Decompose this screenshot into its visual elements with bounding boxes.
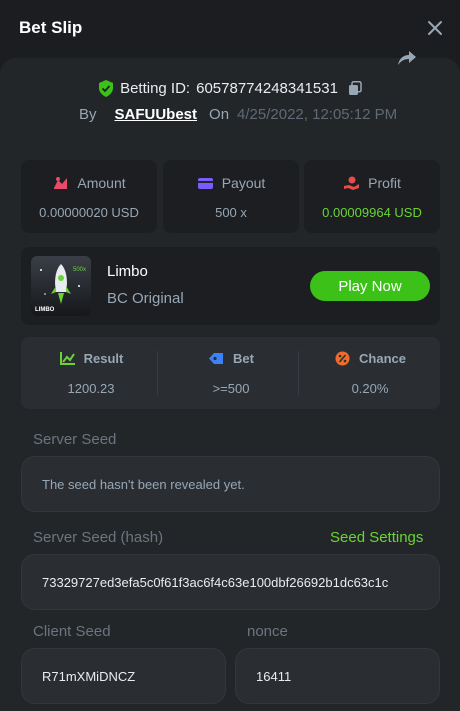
username-link[interactable]: SAFUUbest	[115, 106, 198, 123]
seed-settings-link[interactable]: Seed Settings	[330, 529, 423, 546]
payout-label: Payout	[221, 175, 266, 191]
server-seed-field[interactable]: The seed hasn't been revealed yet.	[21, 456, 440, 512]
profit-label: Profit	[368, 175, 401, 191]
chance-column: Chance 0.20%	[300, 337, 440, 409]
on-label: On	[209, 105, 230, 123]
client-seed-field[interactable]: R71mXMiDNCZ	[21, 648, 226, 704]
amount-label: Amount	[77, 175, 126, 191]
server-seed-hash-field[interactable]: 73329727ed3efa5c0f61f3ac6f4c63e100dbf266…	[21, 554, 440, 610]
limbo-game-thumbnail[interactable]: 500x LIMBO	[31, 256, 91, 316]
bet-column: Bet >=500	[161, 337, 301, 409]
amount-card: Amount 0.00000020 USD	[21, 160, 157, 233]
profit-card: Profit 0.00009964 USD	[304, 160, 440, 233]
result-label: Result	[83, 351, 124, 366]
result-column: Result 1200.23	[21, 337, 161, 409]
chance-value: 0.20%	[351, 381, 389, 396]
bet-slip-header: Bet Slip	[0, 0, 460, 58]
result-chart-icon	[59, 352, 75, 365]
bet-datetime: 4/25/2022, 12:05:12 PM	[237, 105, 398, 123]
thumb-title: LIMBO	[35, 307, 55, 313]
profit-icon	[344, 176, 360, 190]
verified-shield-icon	[99, 79, 114, 97]
result-divider	[157, 351, 158, 395]
server-seed-hash-label: Server Seed (hash)	[33, 529, 164, 546]
nonce-label: nonce	[247, 623, 288, 640]
bet-slip-title: Bet Slip	[19, 18, 83, 37]
payout-card: Payout 500 x	[163, 160, 299, 233]
betting-id-value: 60578774248341531	[196, 79, 338, 97]
betting-id-row: Betting ID: 60578774248341531	[0, 77, 460, 99]
close-icon[interactable]	[426, 19, 444, 37]
bet-tag-icon	[209, 353, 224, 364]
copy-icon[interactable]	[348, 80, 362, 96]
betting-id-label: Betting ID:	[120, 79, 191, 97]
chance-label: Chance	[359, 351, 406, 366]
game-name: Limbo	[107, 263, 148, 280]
play-now-button[interactable]: Play Now	[310, 271, 430, 301]
server-seed-label: Server Seed	[33, 431, 117, 448]
bet-label: Bet	[233, 351, 254, 366]
bet-owner-row: By SAFUUbest On 4/25/2022, 12:05:12 PM	[79, 104, 397, 124]
game-subtitle: BC Original	[107, 290, 184, 307]
client-seed-label: Client Seed	[33, 623, 111, 640]
thumb-badge: 500x	[73, 267, 86, 273]
amount-value: 0.00000020 USD	[39, 205, 139, 220]
payout-value: 500 x	[215, 205, 247, 220]
bet-result-card: Result 1200.23 Bet >=500 Chance 0.20%	[21, 337, 440, 409]
by-label: By	[79, 105, 97, 123]
game-card: 500x LIMBO Limbo BC Original Play Now	[21, 247, 440, 325]
bet-value: >=500	[212, 381, 250, 396]
result-value: 1200.23	[67, 381, 115, 396]
amount-icon	[54, 176, 68, 189]
nonce-field[interactable]: 16411	[235, 648, 440, 704]
profit-value: 0.00009964 USD	[322, 205, 422, 220]
chance-percent-icon	[335, 351, 350, 366]
payout-icon	[197, 177, 213, 189]
share-icon[interactable]	[397, 50, 417, 66]
result-divider	[298, 351, 299, 395]
